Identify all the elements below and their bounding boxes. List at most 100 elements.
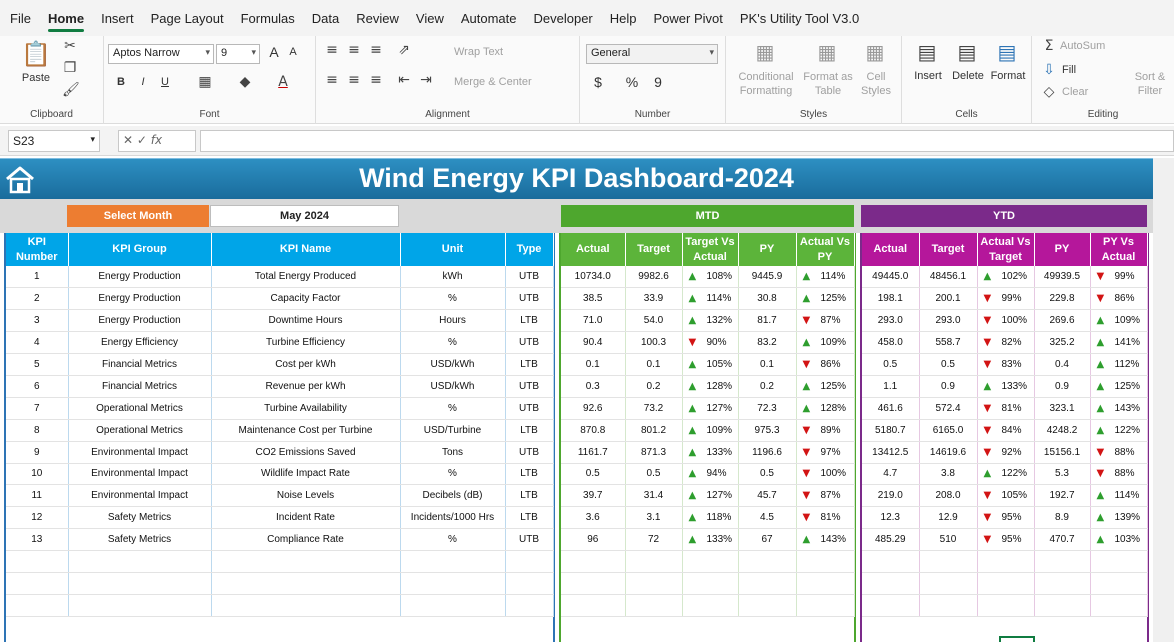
mtd-target-vs-actual[interactable]: ▲ 133% <box>682 441 739 464</box>
kpi-group[interactable]: Financial Metrics <box>68 353 212 376</box>
fill-color-icon[interactable]: ◆ <box>236 74 254 90</box>
ytd-actual[interactable]: 4.7 <box>862 463 920 486</box>
empty-cell[interactable] <box>919 572 978 595</box>
kpi-number[interactable]: 1 <box>6 266 69 289</box>
kpi-unit[interactable]: % <box>400 463 506 486</box>
clear-button[interactable]: Clear <box>1062 86 1102 98</box>
empty-cell[interactable] <box>505 550 554 573</box>
mtd-actual[interactable]: 90.4 <box>561 331 626 355</box>
empty-cell[interactable] <box>977 594 1035 617</box>
empty-cell[interactable] <box>682 550 739 573</box>
ytd-target[interactable]: 208.0 <box>919 484 978 508</box>
mtd-target[interactable]: 0.2 <box>625 375 683 398</box>
mtd-target[interactable]: 100.3 <box>625 331 683 355</box>
comma-button[interactable]: 9 <box>650 74 666 90</box>
kpi-group[interactable]: Environmental Impact <box>68 441 212 464</box>
kpi-name[interactable]: Incident Rate <box>211 506 401 530</box>
mtd-py[interactable]: 1196.6 <box>738 441 797 464</box>
mtd-target-vs-actual[interactable]: ▲ 108% <box>682 266 739 289</box>
kpi-group[interactable]: Energy Production <box>68 287 212 311</box>
empty-cell[interactable] <box>211 594 401 617</box>
empty-cell[interactable] <box>211 550 401 573</box>
orientation-icon[interactable]: ⇗ <box>396 42 412 58</box>
empty-cell[interactable] <box>796 594 855 617</box>
kpi-group[interactable]: Financial Metrics <box>68 375 212 398</box>
kpi-type[interactable]: LTB <box>505 506 554 530</box>
ytd-py-vs-actual[interactable]: ▲ 112% <box>1090 353 1148 376</box>
kpi-group[interactable]: Energy Efficiency <box>68 331 212 355</box>
menu-home[interactable]: Home <box>47 7 85 32</box>
insert-cells-button[interactable]: Insert <box>908 70 948 82</box>
mtd-target-vs-actual[interactable]: ▲ 133% <box>682 528 739 552</box>
empty-cell[interactable] <box>211 572 401 595</box>
kpi-number[interactable]: 10 <box>6 463 69 486</box>
kpi-group[interactable]: Energy Production <box>68 266 212 289</box>
empty-cell[interactable] <box>1090 550 1148 573</box>
kpi-type[interactable]: LTB <box>505 484 554 508</box>
ytd-actual-vs-target[interactable]: ▼ 95% <box>977 506 1035 530</box>
mtd-actual[interactable]: 0.5 <box>561 463 626 486</box>
mtd-actual-vs-py[interactable]: ▼ 81% <box>796 506 855 530</box>
autosum-icon[interactable]: Σ <box>1042 38 1056 54</box>
empty-cell[interactable] <box>1034 550 1091 573</box>
month-selector[interactable]: May 2024 <box>210 205 399 227</box>
ytd-py-vs-actual[interactable]: ▲ 109% <box>1090 309 1148 333</box>
ytd-actual[interactable]: 461.6 <box>862 397 920 420</box>
empty-cell[interactable] <box>977 572 1035 595</box>
ytd-actual-vs-target[interactable]: ▼ 99% <box>977 287 1035 311</box>
empty-cell[interactable] <box>862 550 920 573</box>
mtd-py[interactable]: 45.7 <box>738 484 797 508</box>
borders-icon[interactable]: ▦ <box>196 74 214 90</box>
kpi-number[interactable]: 12 <box>6 506 69 530</box>
format-cells-button[interactable]: Format <box>988 70 1028 82</box>
kpi-unit[interactable]: % <box>400 528 506 552</box>
mtd-actual-vs-py[interactable]: ▲ 114% <box>796 266 855 289</box>
ytd-target[interactable]: 558.7 <box>919 331 978 355</box>
menu-data[interactable]: Data <box>312 7 339 30</box>
mtd-actual-vs-py[interactable]: ▲ 125% <box>796 287 855 311</box>
conditional-formatting-button[interactable]: Conditional Formatting <box>730 70 802 98</box>
kpi-unit[interactable]: Incidents/1000 Hrs <box>400 506 506 530</box>
empty-cell[interactable] <box>1090 572 1148 595</box>
kpi-name[interactable]: Cost per kWh <box>211 353 401 376</box>
mtd-target-vs-actual[interactable]: ▲ 114% <box>682 287 739 311</box>
empty-cell[interactable] <box>505 572 554 595</box>
kpi-number[interactable]: 8 <box>6 419 69 442</box>
cell-styles-button[interactable]: Cell Styles <box>854 70 898 98</box>
ytd-py[interactable]: 269.6 <box>1034 309 1091 333</box>
ytd-target[interactable]: 510 <box>919 528 978 552</box>
ytd-py[interactable]: 323.1 <box>1034 397 1091 420</box>
ytd-target[interactable]: 572.4 <box>919 397 978 420</box>
empty-cell[interactable] <box>68 594 212 617</box>
font-size-select[interactable]: 9 ▾ <box>216 44 260 64</box>
mtd-py[interactable]: 0.2 <box>738 375 797 398</box>
cell-styles-icon[interactable]: ▦ <box>862 40 888 64</box>
mtd-actual[interactable]: 10734.0 <box>561 266 626 289</box>
ytd-py[interactable]: 229.8 <box>1034 287 1091 311</box>
increase-indent-icon[interactable]: ⇥ <box>418 72 434 88</box>
mtd-actual-vs-py[interactable]: ▲ 125% <box>796 375 855 398</box>
mtd-actual[interactable]: 1161.7 <box>561 441 626 464</box>
mtd-target-vs-actual[interactable]: ▲ 118% <box>682 506 739 530</box>
ytd-target[interactable]: 12.9 <box>919 506 978 530</box>
ytd-py-vs-actual[interactable]: ▲ 125% <box>1090 375 1148 398</box>
empty-cell[interactable] <box>862 594 920 617</box>
empty-cell[interactable] <box>796 550 855 573</box>
align-right-icon[interactable]: ≡ <box>368 72 384 88</box>
empty-cell[interactable] <box>505 594 554 617</box>
italic-button[interactable]: I <box>136 76 150 88</box>
ytd-target[interactable]: 6165.0 <box>919 419 978 442</box>
fill-icon[interactable]: ⇩ <box>1042 62 1056 78</box>
kpi-name[interactable]: Revenue per kWh <box>211 375 401 398</box>
menu-power-pivot[interactable]: Power Pivot <box>654 7 723 30</box>
menu-review[interactable]: Review <box>356 7 399 30</box>
menu-insert[interactable]: Insert <box>101 7 134 30</box>
kpi-number[interactable]: 9 <box>6 441 69 464</box>
empty-cell[interactable] <box>68 550 212 573</box>
mtd-py[interactable]: 0.1 <box>738 353 797 376</box>
kpi-unit[interactable]: USD/Turbine <box>400 419 506 442</box>
ytd-target[interactable]: 48456.1 <box>919 266 978 289</box>
vertical-scrollbar[interactable] <box>1153 158 1174 642</box>
kpi-name[interactable]: Noise Levels <box>211 484 401 508</box>
empty-cell[interactable] <box>738 594 797 617</box>
